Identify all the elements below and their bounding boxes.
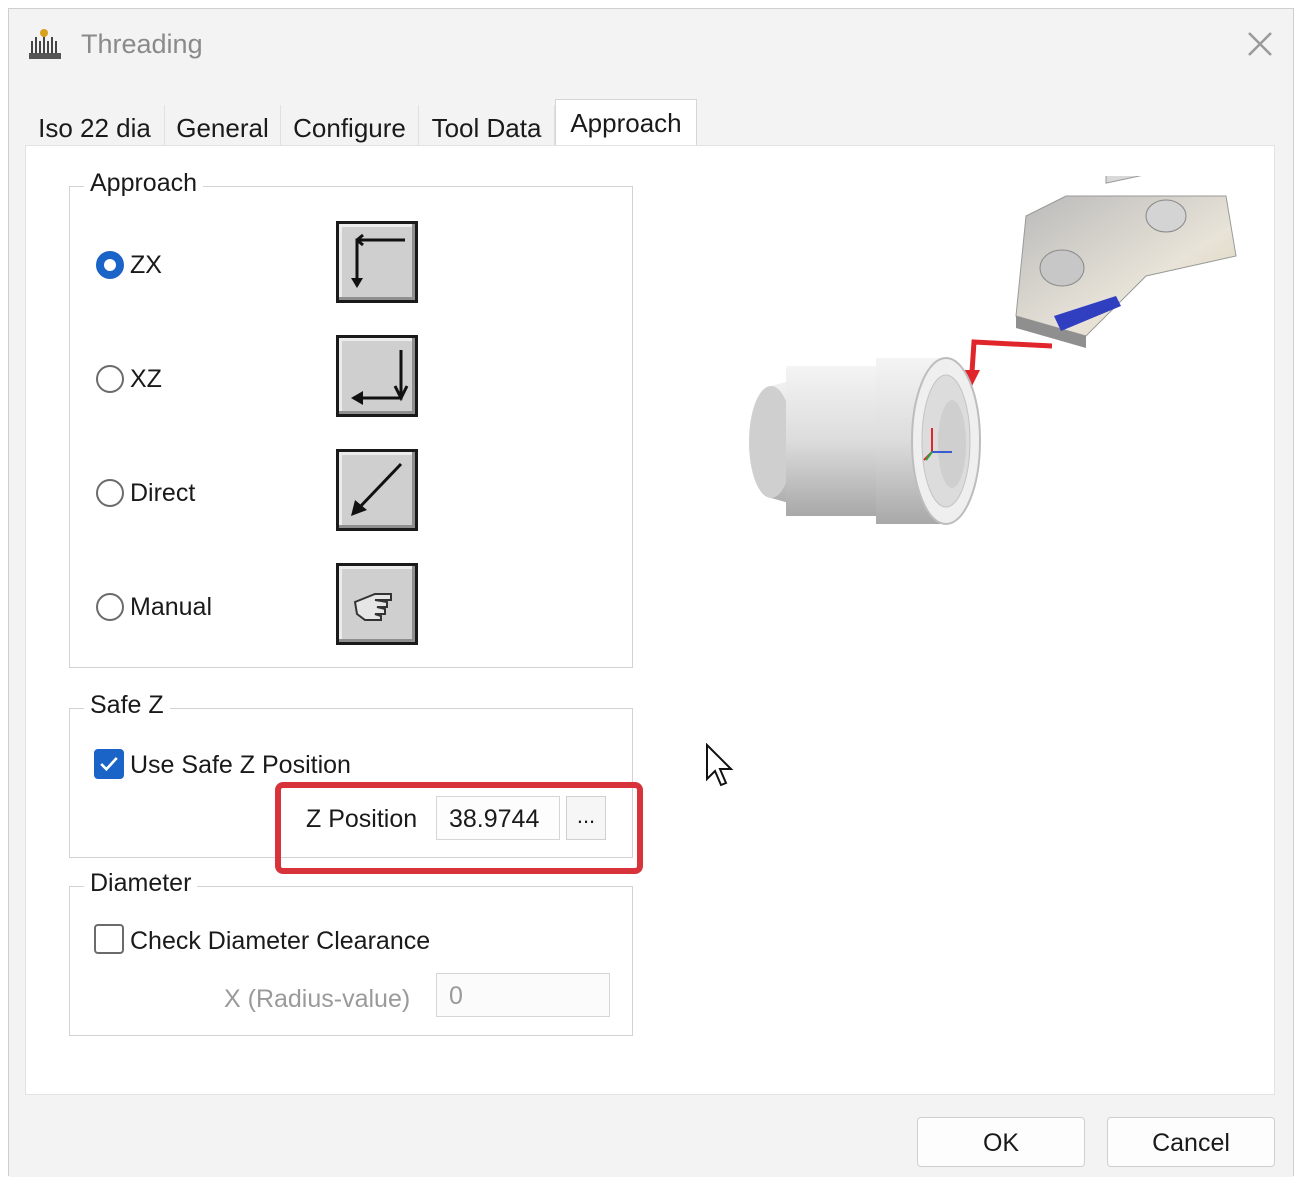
radio-direct-indicator[interactable]: [96, 479, 124, 507]
direct-path-button[interactable]: [336, 449, 418, 531]
check-diameter-label: Check Diameter Clearance: [130, 927, 431, 955]
approach-group: Approach ZX XZ Direct Manual: [69, 169, 633, 668]
radio-manual-label: Manual: [130, 593, 212, 621]
tool-holder: [1015, 176, 1237, 348]
approach-arrow: [964, 339, 1053, 386]
approach-preview-image: [749, 176, 1237, 525]
threading-app-icon: [29, 29, 61, 59]
diameter-group: Diameter Check Diameter Clearance X (Rad…: [69, 869, 633, 1036]
radio-xz-label: XZ: [130, 365, 162, 393]
x-radius-label: X (Radius-value): [224, 985, 411, 1013]
ok-button[interactable]: OK: [917, 1117, 1085, 1167]
radio-xz-indicator[interactable]: [96, 365, 124, 393]
x-radius-input[interactable]: 0: [436, 973, 610, 1017]
direct-path-icon: [351, 462, 403, 516]
radio-manual-indicator[interactable]: [96, 593, 124, 621]
radio-zx-indicator[interactable]: [96, 251, 124, 279]
use-safe-z-checkbox[interactable]: [94, 749, 124, 779]
dialog-footer: OK Cancel: [9, 1095, 1293, 1177]
title-bar: Threading: [9, 9, 1293, 81]
cancel-button[interactable]: Cancel: [1107, 1117, 1275, 1167]
zx-path-icon: [351, 233, 405, 288]
use-safe-z-label: Use Safe Z Position: [130, 751, 351, 779]
manual-button[interactable]: [336, 563, 418, 645]
xz-path-icon: [351, 350, 409, 405]
tab-approach[interactable]: Approach: [555, 99, 697, 151]
mouse-pointer-icon: [706, 743, 734, 787]
window-title: Threading: [81, 29, 203, 59]
check-diameter-checkbox[interactable]: [94, 924, 124, 954]
diameter-group-label: Diameter: [84, 869, 198, 898]
approach-tab-panel: Approach ZX XZ Direct Manual Safe Z Use …: [25, 145, 1275, 1095]
workpiece-cylinder: [749, 357, 981, 525]
radio-direct-label: Direct: [130, 479, 196, 507]
radio-zx-label: ZX: [130, 251, 162, 279]
hand-pointer-icon: [353, 593, 392, 621]
highlight-box: [275, 782, 643, 874]
approach-group-label: Approach: [84, 169, 204, 198]
checkmark-icon: [100, 757, 118, 772]
xz-path-button[interactable]: [336, 335, 418, 417]
safe-z-group-label: Safe Z: [84, 691, 170, 720]
threading-dialog: Threading Iso 22 dia General Configure T…: [8, 8, 1294, 1177]
close-icon[interactable]: [1233, 19, 1287, 69]
zx-path-button[interactable]: [336, 221, 418, 303]
